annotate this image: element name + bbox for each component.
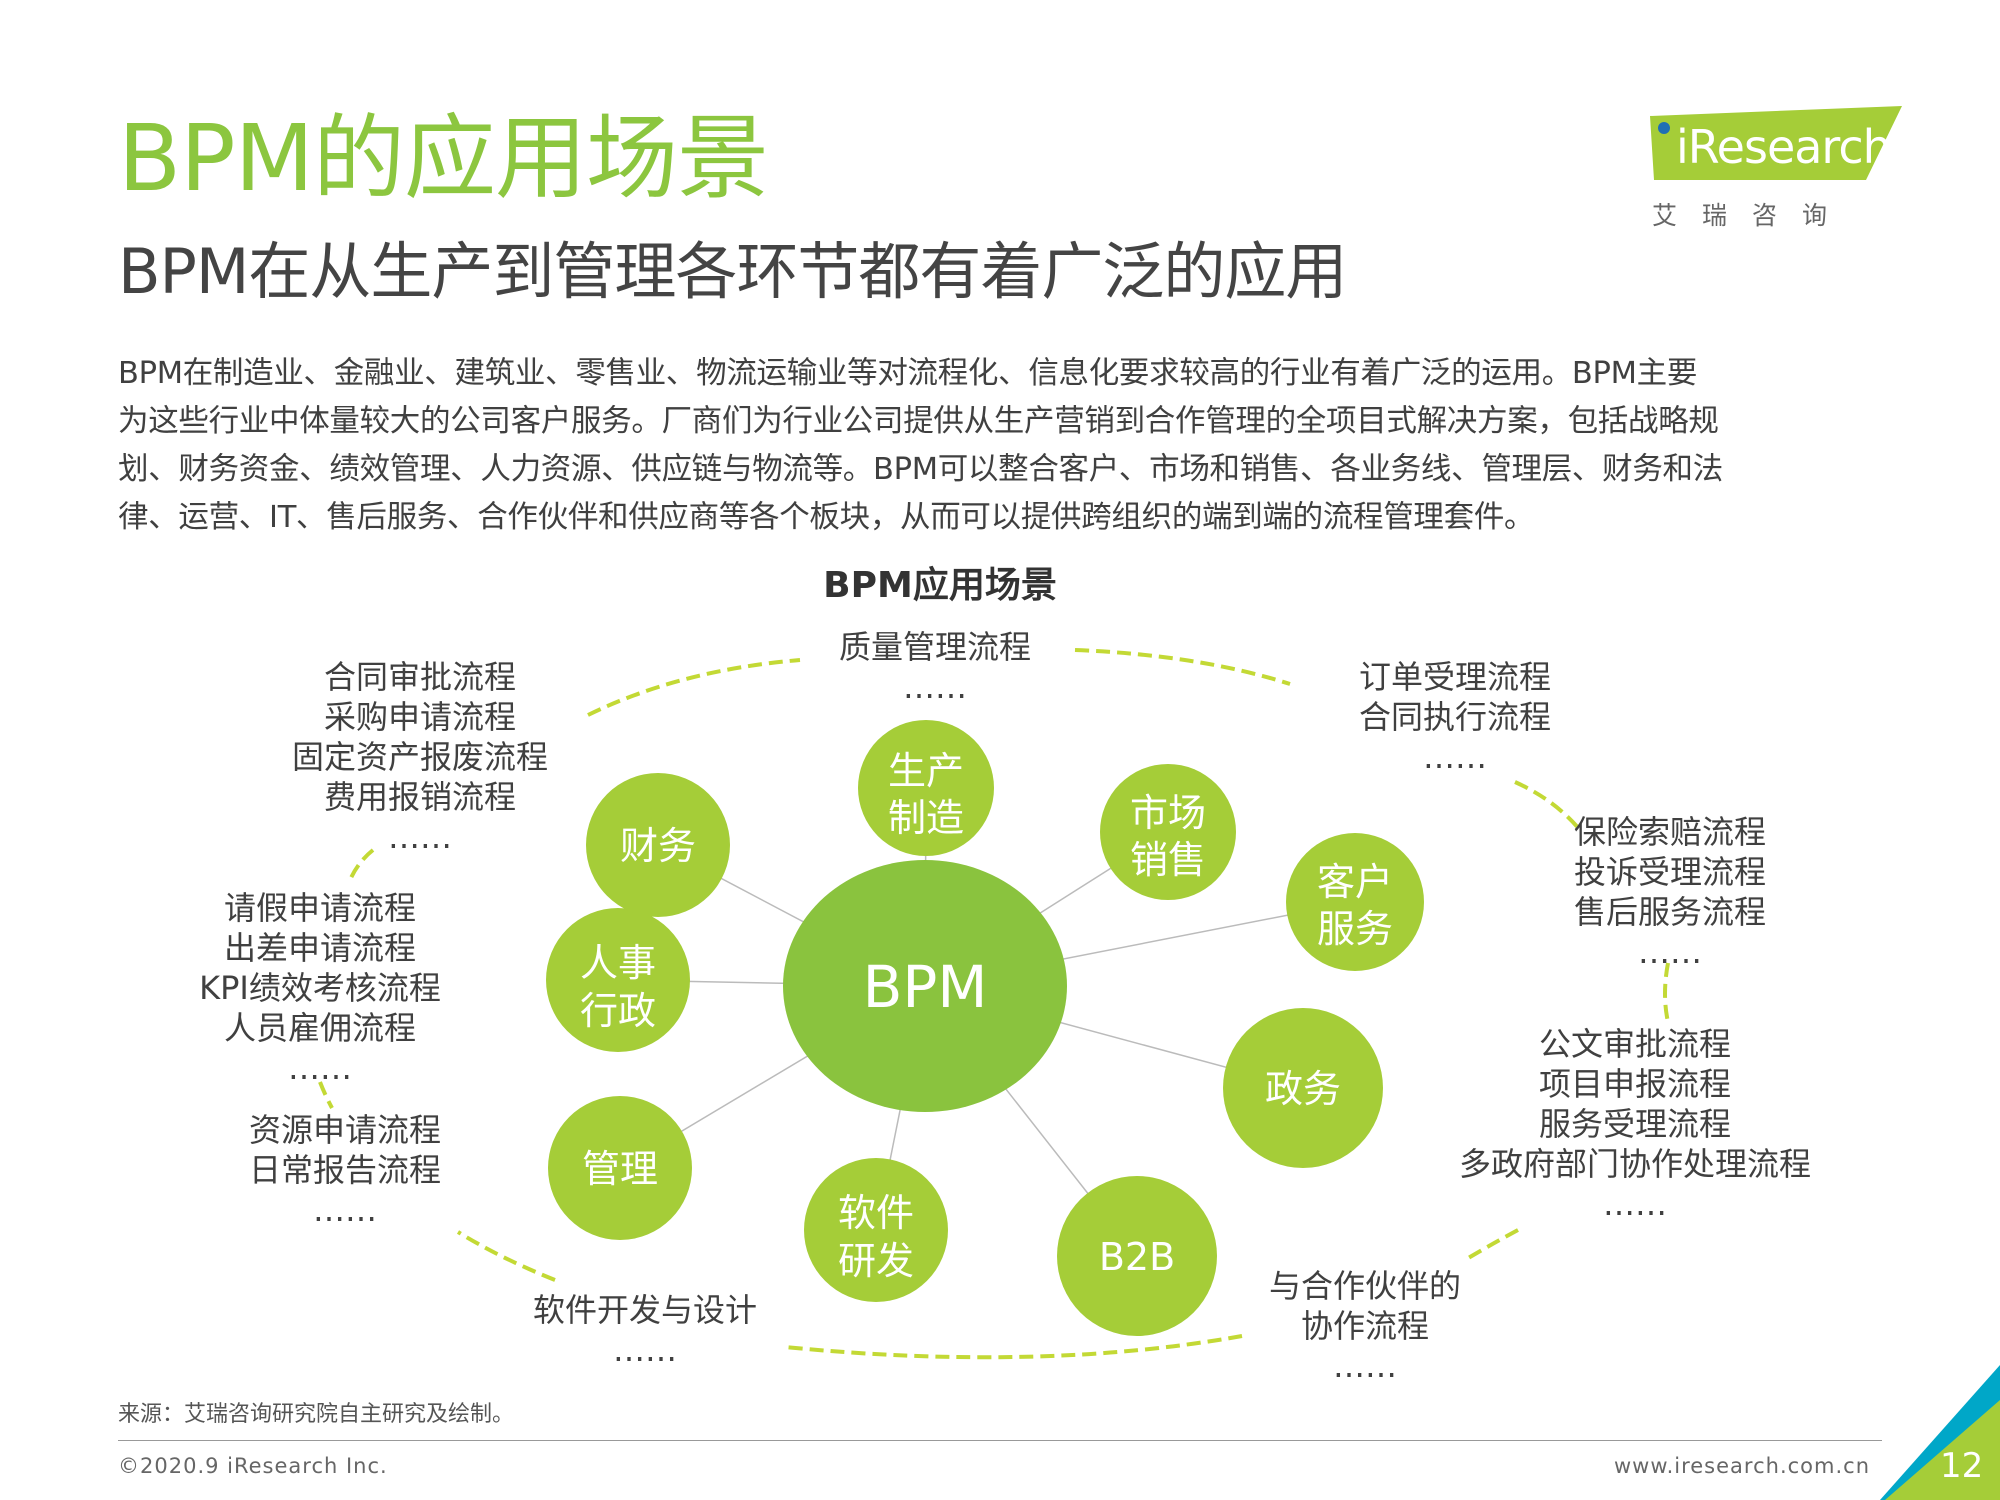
process-item: …… [903,668,967,706]
process-item: KPI绩效考核流程 [199,969,441,1007]
node-hr: 人事 行政 [546,908,690,1052]
process-item: 合同审批流程 [323,658,516,696]
node-label: 人事 [580,941,656,985]
dashed-arc [456,1230,556,1282]
node-label: 销售 [1130,838,1206,882]
process-item: 日常报告流程 [248,1151,441,1189]
process-group-finance: 合同审批流程 采购申请流程 固定资产报废流程 费用报销流程 …… [280,657,560,857]
process-item: 人员雇佣流程 [223,1009,416,1047]
hub-node: BPM [783,860,1067,1112]
process-item: 出差申请流程 [223,929,416,967]
process-group-management: 资源申请流程 日常报告流程 …… [235,1110,455,1230]
process-item: …… [613,1331,677,1369]
process-group-production: 质量管理流程 …… [835,627,1035,707]
node-label: 政务 [1265,1067,1341,1111]
node-label: 软件 [838,1191,914,1235]
process-item: …… [288,1049,352,1087]
node-label: B2B [1099,1235,1175,1279]
process-group-b2b: 与合作伙伴的 协作流程 …… [1255,1266,1475,1386]
process-item: 订单受理流程 [1358,658,1551,696]
process-item: 费用报销流程 [323,778,516,816]
process-item: …… [388,818,452,856]
node-label: 研发 [838,1239,914,1283]
process-group-customer: 保险索赔流程 投诉受理流程 售后服务流程 …… [1560,812,1780,972]
process-item: 项目申报流程 [1538,1065,1731,1103]
process-item: 合同执行流程 [1358,698,1551,736]
node-label: 制造 [888,796,964,840]
page-number: 12 [1940,1446,1984,1486]
node-label: 管理 [582,1147,658,1191]
node-customer: 客户 服务 [1286,833,1424,971]
node-label: 生产 [888,749,964,793]
node-label: 行政 [580,989,656,1033]
process-item: 质量管理流程 [838,628,1031,666]
process-item: …… [1603,1185,1667,1223]
hub-label: BPM [863,953,988,1021]
process-item: 多政府部门协作处理流程 [1458,1145,1811,1183]
process-item: 公文审批流程 [1538,1025,1731,1063]
node-label: 服务 [1317,907,1393,951]
node-management: 管理 [548,1096,692,1240]
node-marketing: 市场 销售 [1100,764,1236,900]
node-software: 软件 研发 [804,1158,948,1302]
process-item: 协作流程 [1300,1307,1429,1345]
website-link[interactable]: www.iresearch.com.cn [1614,1454,1870,1478]
process-group-marketing: 订单受理流程 合同执行流程 …… [1345,657,1565,777]
dashed-arc [1074,648,1291,686]
process-group-government: 公文审批流程 项目申报流程 服务受理流程 多政府部门协作处理流程 …… [1440,1024,1830,1224]
process-item: 采购申请流程 [323,698,516,736]
node-label: 客户 [1317,860,1393,904]
process-item: 资源申请流程 [248,1111,441,1149]
copyright-text: ©2020.9 iResearch Inc. [118,1454,388,1478]
node-label: 财务 [620,824,696,868]
process-item: 固定资产报废流程 [291,738,548,776]
process-item: 保险索赔流程 [1573,813,1766,851]
node-label: 市场 [1130,791,1206,835]
process-item: …… [1638,933,1702,971]
process-item: 请假申请流程 [223,889,416,927]
node-government: 政务 [1223,1008,1383,1168]
process-group-hr: 请假申请流程 出差申请流程 KPI绩效考核流程 人员雇佣流程 …… [185,888,455,1088]
node-finance: 财务 [586,773,730,917]
process-item: 投诉受理流程 [1573,853,1766,891]
process-item: 服务受理流程 [1538,1105,1731,1143]
process-item: …… [313,1191,377,1229]
node-b2b: B2B [1057,1176,1217,1336]
node-production: 生产 制造 [858,720,994,856]
process-item: 与合作伙伴的 [1268,1267,1461,1305]
process-group-software: 软件开发与设计 …… [515,1290,775,1370]
dashed-arc [587,658,801,717]
process-item: …… [1333,1347,1397,1385]
process-item: 售后服务流程 [1573,893,1766,931]
footer-divider [118,1440,1882,1441]
process-item: 软件开发与设计 [532,1291,757,1329]
process-item: …… [1423,738,1487,776]
dashed-arc [784,1334,1243,1360]
source-note: 来源：艾瑞咨询研究院自主研究及绘制。 [118,1402,515,1427]
dashed-arc [1463,1228,1519,1262]
